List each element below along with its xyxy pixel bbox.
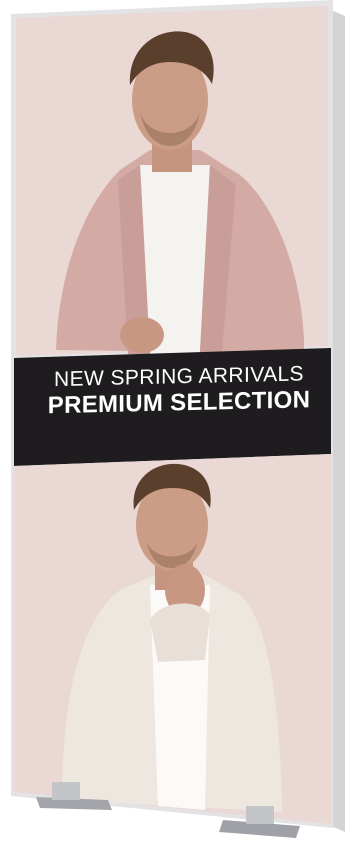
bottom-sleeve xyxy=(150,603,210,662)
right-foot-post xyxy=(246,806,274,824)
top-hand xyxy=(120,317,164,353)
display-stand: NEW SPRING ARRIVALS PREMIUM SELECTION xyxy=(0,0,355,841)
left-foot-post xyxy=(52,782,80,800)
frame-side xyxy=(331,10,345,832)
display-stand-graphic xyxy=(11,0,345,838)
